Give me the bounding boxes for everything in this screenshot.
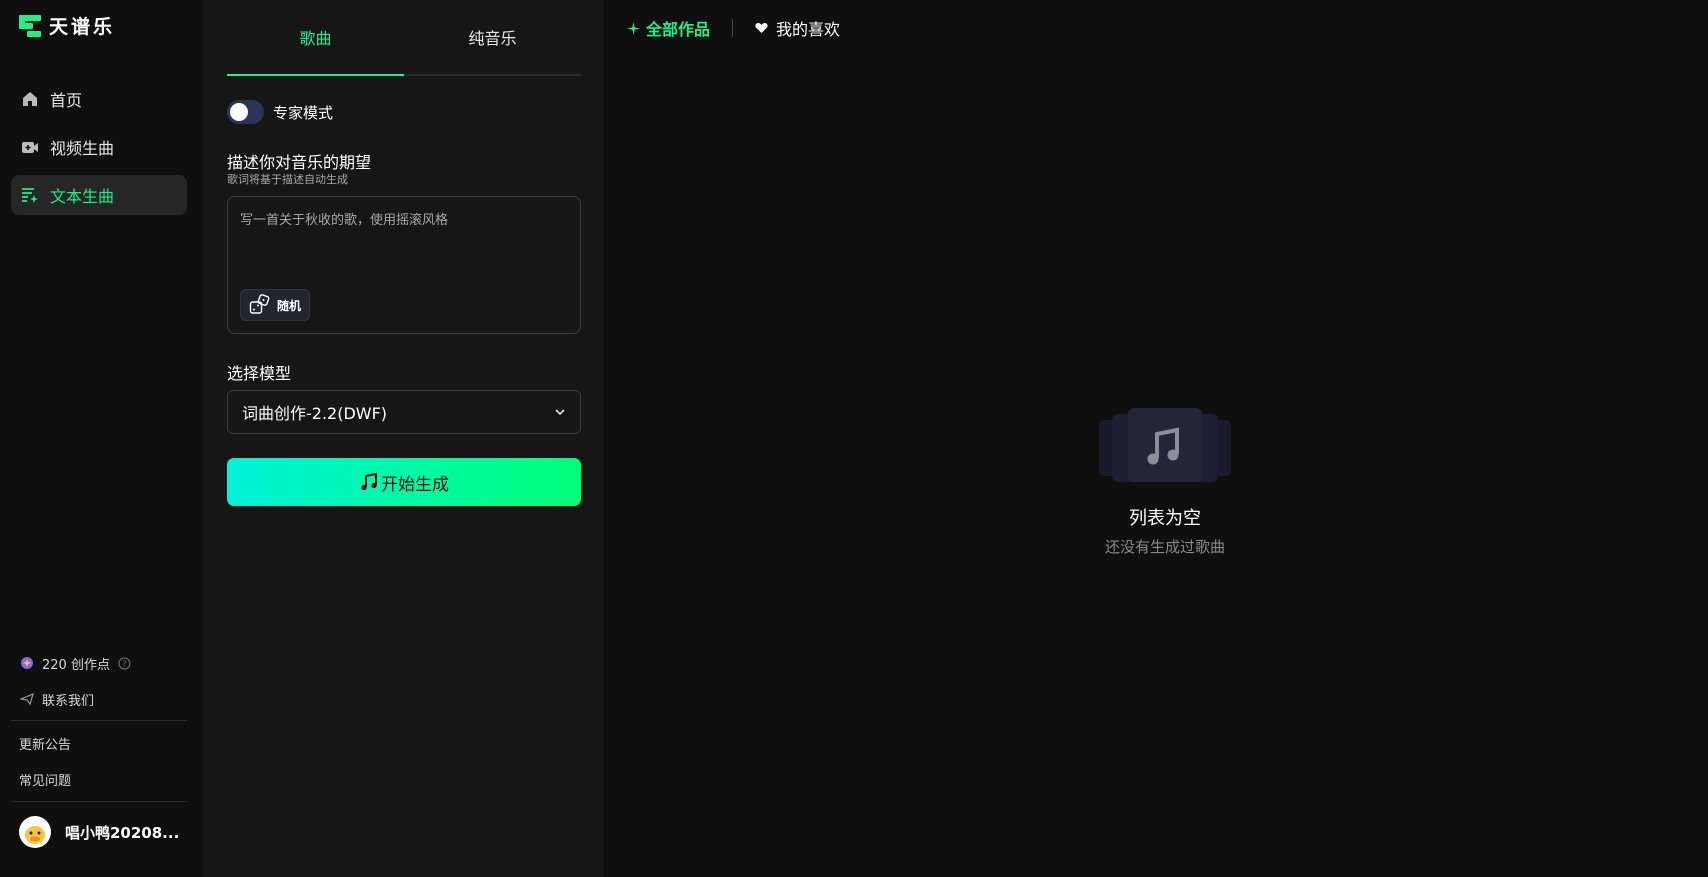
home-icon bbox=[23, 92, 37, 106]
sidebar-nav: 首页 视频生曲 文本生曲 bbox=[11, 79, 187, 223]
avatar bbox=[19, 816, 51, 848]
app-name: 天谱乐 bbox=[49, 16, 116, 38]
works-filter: 全部作品 我的喜欢 bbox=[627, 16, 840, 40]
send-icon bbox=[20, 692, 34, 706]
expert-mode-row: 专家模式 bbox=[227, 100, 333, 124]
empty-state-title: 列表为空 bbox=[1129, 508, 1201, 529]
chevron-down-icon bbox=[555, 409, 565, 416]
empty-state-subtitle: 还没有生成过歌曲 bbox=[1104, 538, 1225, 556]
svg-text:?: ? bbox=[122, 659, 126, 668]
filter-favorites-label: 我的喜欢 bbox=[776, 20, 841, 39]
credits-count: 220 创作点 bbox=[42, 657, 110, 673]
model-title: 选择模型 bbox=[227, 364, 292, 383]
music-album-stack-icon bbox=[1099, 408, 1231, 482]
generate-label: 开始生成 bbox=[381, 474, 449, 495]
works-area: 全部作品 我的喜欢 列表为空 还没有生成过歌曲 bbox=[603, 0, 1708, 877]
create-panel: 歌曲 纯音乐 专家模式 描述你对音乐的期望 歌词将基于描述自动生成 随机 选择模… bbox=[203, 0, 603, 877]
help-circle-icon[interactable]: ? bbox=[118, 657, 131, 670]
expert-mode-label: 专家模式 bbox=[273, 103, 334, 122]
sidebar-item-label: 视频生曲 bbox=[50, 139, 115, 158]
sidebar-footer: 220 创作点 ? 联系我们 更新公告 常见问题 唱小鸭20208... bbox=[11, 650, 187, 854]
user-profile[interactable]: 唱小鸭20208... bbox=[11, 810, 187, 854]
sidebar-item-text-to-song[interactable]: 文本生曲 bbox=[11, 175, 187, 215]
mode-tabs: 歌曲 纯音乐 bbox=[227, 0, 581, 76]
sidebar-item-home[interactable]: 首页 bbox=[11, 79, 187, 119]
description-box: 随机 bbox=[227, 196, 581, 334]
expert-mode-toggle[interactable] bbox=[227, 100, 264, 124]
model-selected-value: 词曲创作-2.2(DWF) bbox=[242, 404, 388, 423]
description-title: 描述你对音乐的期望 bbox=[227, 153, 372, 172]
sidebar-item-video-to-song[interactable]: 视频生曲 bbox=[11, 127, 187, 167]
music-note-icon bbox=[361, 472, 377, 491]
sidebar-item-label: 首页 bbox=[50, 91, 83, 110]
sparkle-icon bbox=[627, 21, 640, 35]
faq-link[interactable]: 常见问题 bbox=[11, 765, 187, 793]
sidebar-divider bbox=[11, 720, 187, 721]
tab-song[interactable]: 歌曲 bbox=[227, 0, 404, 76]
logo-icon bbox=[19, 14, 41, 37]
username: 唱小鸭20208... bbox=[65, 823, 180, 842]
tab-instrumental[interactable]: 纯音乐 bbox=[404, 0, 581, 74]
filter-separator bbox=[732, 19, 734, 37]
contact-us-link[interactable]: 联系我们 bbox=[11, 686, 187, 712]
sidebar-divider bbox=[11, 801, 187, 802]
credit-coin-icon bbox=[21, 657, 33, 669]
sidebar: 天谱乐 首页 视频生曲 文本生曲 220 创作点 ? 联系我们 更新公告 常见问… bbox=[0, 0, 203, 877]
model-select[interactable]: 词曲创作-2.2(DWF) bbox=[227, 390, 581, 434]
dice-icon bbox=[249, 294, 270, 314]
app-logo[interactable]: 天谱乐 bbox=[19, 12, 115, 39]
credits-info: 220 创作点 ? bbox=[11, 650, 187, 676]
filter-favorites[interactable]: 我的喜欢 bbox=[755, 16, 840, 40]
description-input[interactable] bbox=[240, 209, 568, 279]
random-label: 随机 bbox=[277, 298, 302, 313]
empty-state-graphic bbox=[1099, 408, 1231, 488]
toggle-knob bbox=[230, 103, 248, 121]
filter-all-label: 全部作品 bbox=[646, 20, 711, 39]
filter-all-works[interactable]: 全部作品 bbox=[627, 16, 710, 40]
empty-state: 列表为空 还没有生成过歌曲 bbox=[1090, 408, 1240, 557]
sidebar-item-label: 文本生曲 bbox=[50, 187, 115, 206]
description-subtitle: 歌词将基于描述自动生成 bbox=[227, 173, 348, 186]
contact-us-label: 联系我们 bbox=[42, 693, 95, 709]
video-plus-icon bbox=[22, 142, 38, 153]
generate-button[interactable]: 开始生成 bbox=[227, 458, 581, 506]
changelog-link[interactable]: 更新公告 bbox=[11, 729, 187, 757]
text-sparkle-icon bbox=[22, 188, 38, 203]
heart-icon bbox=[755, 23, 768, 33]
duck-avatar-icon bbox=[20, 817, 50, 847]
random-button[interactable]: 随机 bbox=[240, 289, 311, 321]
